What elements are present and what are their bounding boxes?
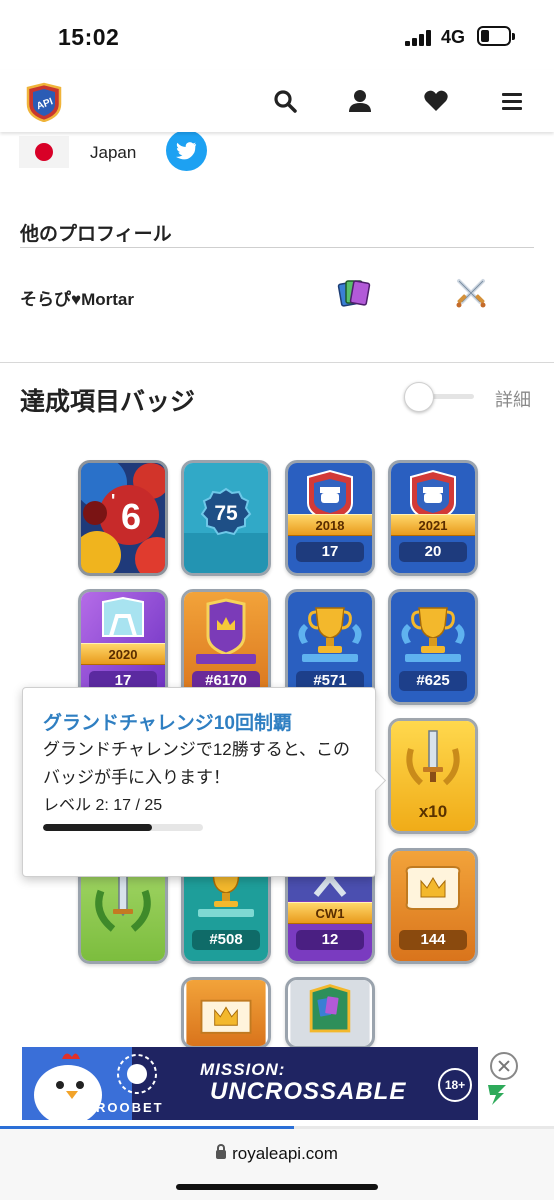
search-icon[interactable]	[272, 88, 298, 114]
badge-ribbon: 2021	[391, 514, 475, 536]
badge-count: x10	[419, 802, 447, 821]
heart-icon[interactable]	[423, 88, 449, 114]
tooltip-progress-fill	[43, 824, 152, 831]
6-years-badge-icon: 6 '	[81, 463, 165, 573]
tooltip-description: グランドチャレンジで12勝すると、このバッジが手に入ります！	[43, 740, 351, 787]
signal-icon	[405, 30, 433, 46]
badge-count: #625	[399, 671, 467, 691]
cards-icon[interactable]	[337, 277, 371, 309]
badge-count: 12	[296, 930, 364, 950]
details-toggle-label: 詳細	[495, 390, 531, 410]
badge-level-75[interactable]: 75	[181, 460, 271, 576]
badge-grand-challenge[interactable]: x10	[388, 718, 478, 834]
ad-choices-icon[interactable]	[484, 1081, 510, 1107]
svg-text:': '	[111, 491, 115, 511]
badge-count: 20	[399, 542, 467, 562]
menu-icon[interactable]	[499, 88, 525, 114]
japan-flag-icon	[19, 136, 69, 168]
url-text: royaleapi.com	[232, 1144, 338, 1163]
twitter-button[interactable]	[166, 130, 207, 171]
roobet-logo-icon	[117, 1054, 157, 1094]
level-75-badge-icon: 75	[184, 463, 268, 573]
badge-count: 144	[399, 930, 467, 950]
level-75-text: 75	[214, 502, 238, 525]
badge-ribbon: CW1	[288, 902, 372, 924]
ad-age-badge: 18+	[438, 1068, 472, 1102]
grand-challenge-badge-icon: x10	[391, 721, 475, 831]
tooltip-level: レベル 2: 17 / 25	[43, 797, 163, 814]
badge-crl-2018[interactable]: 2018 17	[285, 460, 375, 576]
badge-count: #508	[192, 930, 260, 950]
badge-crl-2021[interactable]: 2021 20	[388, 460, 478, 576]
crossed-swords-icon[interactable]	[454, 277, 488, 309]
badge-ribbon: 2020	[81, 643, 165, 665]
badge-crown-flag[interactable]	[181, 977, 271, 1049]
network-type: 4G	[441, 27, 466, 47]
badge-trophy-625[interactable]: #625	[388, 589, 478, 705]
badge-deck[interactable]	[285, 977, 375, 1049]
details-toggle[interactable]	[404, 382, 434, 412]
user-icon[interactable]	[347, 88, 373, 114]
other-profiles-heading: 他のプロフィール	[20, 224, 172, 245]
site-header: API	[0, 70, 554, 132]
tooltip-title: グランドチャレンジ10回制覇	[43, 713, 292, 734]
status-time: 15:02	[58, 24, 120, 50]
badge-6-text: 6	[121, 496, 141, 537]
lock-icon	[216, 1144, 227, 1159]
deck-badge-icon	[290, 980, 370, 1046]
ad-close-button[interactable]	[490, 1052, 518, 1080]
country-label: Japan	[90, 143, 137, 162]
twitter-icon	[176, 142, 197, 160]
home-indicator[interactable]	[176, 1184, 378, 1190]
divider	[20, 247, 534, 248]
badge-tooltip: グランドチャレンジ10回制覇 グランドチャレンジで12勝すると、このバッジが手に…	[22, 687, 376, 877]
divider	[0, 362, 554, 363]
status-bar: 15:02 4G	[0, 0, 554, 70]
badge-ribbon: 2018	[288, 514, 372, 536]
other-profile-name-link[interactable]: そらぴ♥Mortar	[20, 285, 134, 310]
badge-count: 17	[296, 542, 364, 562]
badges-heading: 達成項目バッジ	[20, 388, 196, 416]
ad-brand: ROOBET	[96, 1100, 164, 1115]
crown-flag-badge-icon	[186, 980, 266, 1046]
badge-6-years[interactable]: 6 '	[78, 460, 168, 576]
badge-crown-card[interactable]: 144	[388, 848, 478, 964]
ad-headline: MISSION:	[200, 1060, 286, 1079]
battery-icon	[477, 26, 515, 46]
ad-headline-2: UNCROSSABLE	[210, 1078, 407, 1105]
royaleapi-logo[interactable]: API	[24, 82, 64, 122]
tooltip-progress-bar	[43, 824, 203, 831]
